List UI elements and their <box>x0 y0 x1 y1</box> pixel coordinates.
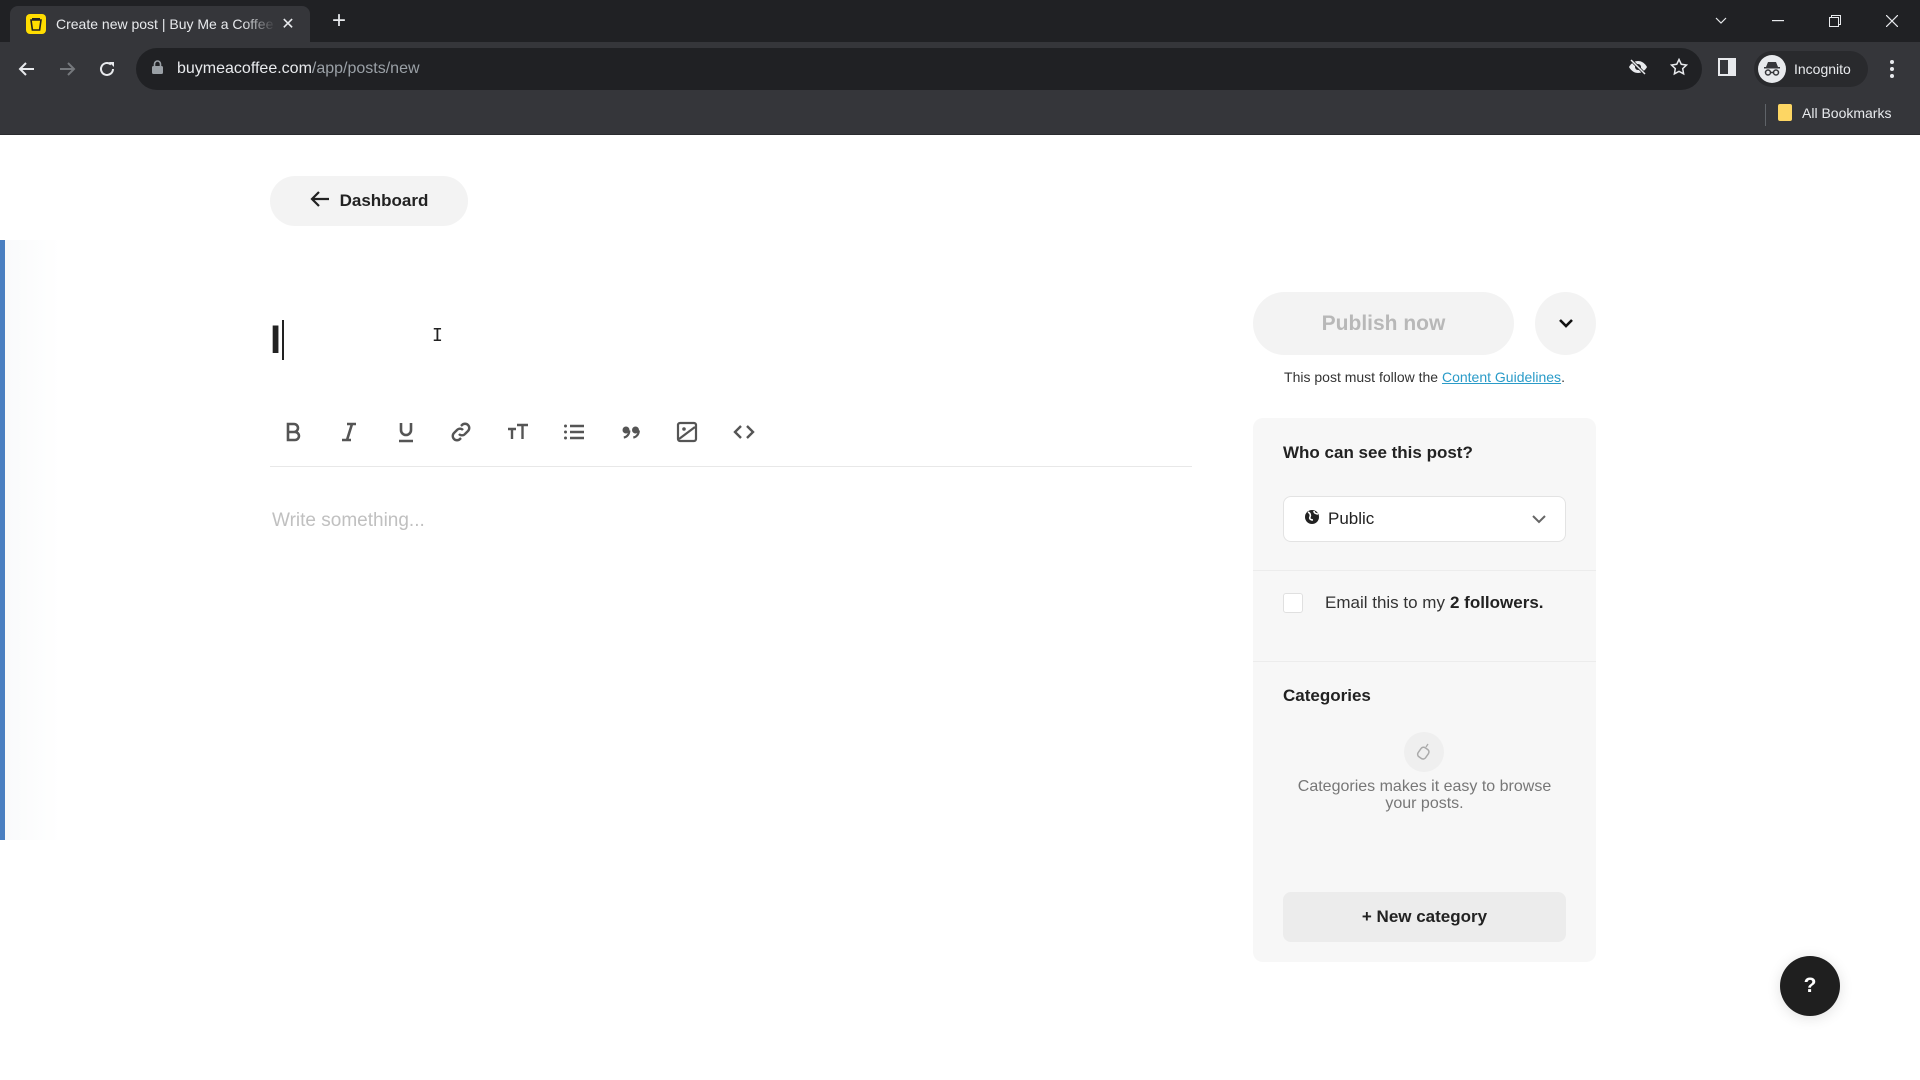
incognito-profile-button[interactable]: Incognito <box>1754 51 1868 87</box>
bookmarks-bar: All Bookmarks <box>0 96 1920 135</box>
browser-tab-bar: Create new post | Buy Me a Coffee ✕ + <box>0 0 1920 42</box>
incognito-icon <box>1758 55 1786 83</box>
image-icon[interactable] <box>669 414 705 450</box>
help-button[interactable]: ? <box>1780 956 1840 1016</box>
visibility-value: Public <box>1328 509 1375 528</box>
code-icon[interactable] <box>726 414 762 450</box>
panel-divider <box>1253 661 1596 662</box>
new-tab-icon[interactable]: + <box>326 8 352 34</box>
browser-tab[interactable]: Create new post | Buy Me a Coffee ✕ <box>10 6 310 42</box>
tab-close-icon[interactable]: ✕ <box>278 14 298 34</box>
globe-icon <box>1304 509 1320 530</box>
post-title-value: I <box>270 317 282 362</box>
all-bookmarks-button[interactable]: All Bookmarks <box>1778 104 1891 121</box>
forward-icon[interactable] <box>51 53 83 85</box>
lock-icon[interactable] <box>152 59 163 79</box>
publish-now-button[interactable]: Publish now <box>1253 292 1514 355</box>
link-icon[interactable] <box>443 414 479 450</box>
new-category-button[interactable]: + New category <box>1283 892 1566 942</box>
chevron-down-icon <box>1558 315 1574 333</box>
tab-title: Create new post | Buy Me a Coffee <box>56 16 274 32</box>
guidelines-suffix: . <box>1561 369 1565 385</box>
reload-icon[interactable] <box>91 53 123 85</box>
visibility-select[interactable]: Public <box>1283 496 1566 542</box>
panel-divider <box>1253 570 1596 571</box>
bookmarks-separator <box>1765 104 1766 126</box>
tab-search-icon[interactable] <box>1692 0 1749 42</box>
arrow-left-icon <box>310 190 330 213</box>
post-editor-page: Dashboard I I Write something... Publish… <box>0 135 1920 1080</box>
minimize-icon[interactable] <box>1749 0 1806 42</box>
content-guidelines-note: This post must follow the Content Guidel… <box>1253 369 1596 385</box>
address-bar[interactable]: buymeacoffee.com/app/posts/new <box>136 48 1702 90</box>
email-followers-option[interactable]: Email this to my 2 followers. <box>1283 593 1544 613</box>
eye-off-icon[interactable] <box>1628 58 1648 80</box>
content-guidelines-link[interactable]: Content Guidelines <box>1442 369 1561 385</box>
followers-count: 2 followers. <box>1449 593 1544 612</box>
url-host: buymeacoffee.com <box>177 60 312 77</box>
browser-menu-icon[interactable] <box>1882 56 1902 82</box>
post-settings-panel: Who can see this post? Public Email this… <box>1253 418 1596 962</box>
categories-empty-text: Categories makes it easy to browse your … <box>1297 778 1552 812</box>
url-path: /app/posts/new <box>311 60 420 77</box>
formatting-toolbar <box>270 405 1192 467</box>
dashboard-label: Dashboard <box>339 191 429 210</box>
italic-icon[interactable] <box>331 414 367 450</box>
side-panel-icon[interactable] <box>1718 58 1736 81</box>
back-icon[interactable] <box>11 53 43 85</box>
email-followers-checkbox[interactable] <box>1283 593 1303 613</box>
buymeacoffee-favicon-icon <box>26 14 46 34</box>
back-to-dashboard-button[interactable]: Dashboard <box>270 176 468 226</box>
categories-heading: Categories <box>1283 686 1371 705</box>
text-cursor-icon: I <box>432 325 443 346</box>
chevron-down-icon <box>1531 509 1547 529</box>
visibility-heading: Who can see this post? <box>1283 443 1473 462</box>
text-size-icon[interactable] <box>500 414 536 450</box>
bookmark-star-icon[interactable] <box>1669 57 1689 81</box>
underline-icon[interactable] <box>388 414 424 450</box>
bold-icon[interactable] <box>275 414 311 450</box>
guidelines-prefix: This post must follow the <box>1284 369 1442 385</box>
publish-options-button[interactable] <box>1535 292 1596 355</box>
restore-icon[interactable] <box>1806 0 1863 42</box>
folder-icon <box>1778 104 1792 121</box>
editor-background <box>5 240 60 840</box>
post-title-input[interactable]: I <box>270 310 1192 370</box>
quote-icon[interactable] <box>613 414 649 450</box>
browser-toolbar: buymeacoffee.com/app/posts/new Incognito <box>0 42 1920 96</box>
post-body-input[interactable]: Write something... <box>272 510 1192 532</box>
bullet-list-icon[interactable] <box>556 414 592 450</box>
tag-icon <box>1404 732 1444 772</box>
email-label: Email this to my <box>1325 593 1445 612</box>
close-window-icon[interactable] <box>1863 0 1920 42</box>
text-caret <box>282 320 285 360</box>
profile-label: Incognito <box>1794 61 1851 77</box>
all-bookmarks-label: All Bookmarks <box>1802 104 1892 121</box>
